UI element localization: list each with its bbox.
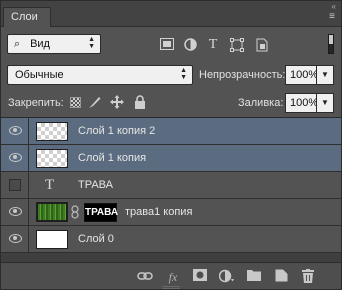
visibility-toggle[interactable] [1, 226, 29, 252]
image-filter-icon[interactable] [160, 38, 174, 52]
layer-row[interactable]: ТРАВА трава1 копия [1, 199, 341, 226]
fill-label: Заливка: [238, 97, 284, 109]
new-layer-icon[interactable] [273, 269, 289, 285]
type-filter-icon[interactable]: T [206, 38, 220, 52]
adjustment-filter-icon[interactable] [183, 38, 197, 52]
shape-filter-icon[interactable] [230, 38, 244, 52]
layer-row[interactable]: Слой 1 копия 2 [1, 118, 341, 145]
visibility-toggle[interactable] [1, 199, 29, 225]
opacity-dropdown-icon[interactable]: ▼ [316, 65, 334, 85]
filter-kind-value: Вид [30, 38, 50, 50]
link-layers-icon[interactable] [137, 269, 153, 285]
tab-layers[interactable]: Слои [3, 7, 51, 27]
fx-icon[interactable]: fx [165, 269, 181, 285]
layers-panel: Слои « ≡ ⌕ Вид ▲ ▼ T Обычные ▲ ▼ Непрозрач… [0, 0, 342, 290]
panel-resize-grip[interactable] [162, 286, 180, 289]
collapse-panel-icon[interactable]: « [332, 2, 337, 11]
layer-name: Слой 0 [78, 233, 114, 245]
opacity-input[interactable]: 100% [285, 65, 318, 85]
lock-row: Закрепить: Заливка: 100% ▼ [1, 89, 341, 117]
mask-link-icon[interactable] [71, 205, 79, 219]
layers-list: Слой 1 копия 2 Слой 1 копия T ТРАВА ТРАВ… [1, 117, 341, 262]
eye-icon [9, 153, 22, 162]
eye-icon [9, 207, 22, 216]
delete-layer-icon[interactable] [300, 269, 316, 285]
lock-position-icon[interactable] [110, 95, 124, 109]
fill-dropdown-icon[interactable]: ▼ [316, 93, 334, 113]
hidden-visibility-box [9, 179, 21, 191]
blend-mode-select[interactable]: Обычные ▲ ▼ [7, 65, 193, 85]
blend-row: Обычные ▲ ▼ Непрозрачность: 100% ▼ [1, 60, 341, 88]
layer-name: ТРАВА [78, 179, 113, 191]
layers-bottom-bar: fx [1, 262, 341, 289]
layer-thumbnail [36, 202, 68, 222]
layer-mask-thumbnail[interactable]: ТРАВА [84, 203, 118, 222]
visibility-toggle[interactable] [1, 118, 29, 144]
lock-all-icon[interactable] [133, 95, 147, 109]
filter-kind-select[interactable]: ⌕ Вид ▲ ▼ [7, 34, 101, 54]
adjustment-layer-icon[interactable] [218, 269, 235, 285]
eye-icon [9, 234, 22, 243]
type-layer-icon: T [45, 177, 55, 193]
layer-name: Слой 1 копия [78, 152, 147, 164]
visibility-toggle[interactable] [1, 172, 29, 198]
select-arrows-icon: ▲ ▼ [180, 67, 187, 81]
filter-toggle-switch[interactable] [328, 34, 334, 54]
eye-icon [9, 126, 22, 135]
smart-object-filter-icon[interactable] [255, 38, 269, 52]
lock-transparent-pixels-icon[interactable] [70, 97, 81, 108]
layer-row[interactable]: Слой 0 [1, 226, 341, 253]
search-icon: ⌕ [14, 38, 21, 50]
visibility-toggle[interactable] [1, 145, 29, 171]
layer-row[interactable]: T ТРАВА [1, 172, 341, 199]
panel-tab-bar: Слои « ≡ [1, 1, 341, 27]
fill-input[interactable]: 100% [285, 93, 318, 113]
lock-label: Закрепить: [8, 97, 64, 109]
lock-pixels-icon[interactable] [88, 95, 102, 109]
add-mask-icon[interactable] [192, 269, 208, 285]
new-group-icon[interactable] [246, 269, 262, 285]
layer-thumbnail [36, 230, 68, 249]
layer-row[interactable]: Слой 1 копия [1, 145, 341, 172]
layer-thumbnail [36, 122, 68, 141]
opacity-label: Непрозрачность: [199, 69, 286, 81]
layer-name: Слой 1 копия 2 [78, 125, 156, 137]
layer-filter-row: ⌕ Вид ▲ ▼ T [1, 28, 341, 60]
layer-name: трава1 копия [125, 206, 193, 218]
layer-thumbnail [36, 149, 68, 168]
panel-menu-icon[interactable]: ≡ [329, 11, 335, 22]
select-arrows-icon: ▲ ▼ [88, 36, 95, 50]
blend-mode-value: Обычные [15, 69, 64, 81]
